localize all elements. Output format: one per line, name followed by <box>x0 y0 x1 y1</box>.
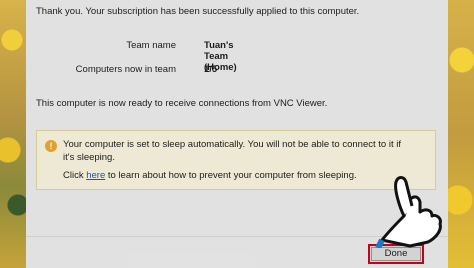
computers-label: Computers now in team <box>75 64 176 75</box>
pointing-hand-icon <box>375 176 442 248</box>
warning-icon: ! <box>45 140 57 152</box>
team-name-label: Team name <box>126 40 176 51</box>
computers-value: 1/5 <box>204 64 218 75</box>
warning-text: Your computer is set to sleep automatica… <box>63 139 401 163</box>
wallpaper-left <box>0 0 26 268</box>
warning-link-line: Click here to learn about how to prevent… <box>63 170 357 181</box>
link-prefix: Click <box>63 170 87 181</box>
intro-text: Thank you. Your subscription has been su… <box>36 6 360 17</box>
wallpaper-right <box>448 0 474 268</box>
ready-text: This computer is now ready to receive co… <box>36 98 328 109</box>
link-suffix: to learn about how to prevent your compu… <box>105 170 357 181</box>
done-button-label: Done <box>384 248 408 259</box>
here-link[interactable]: here <box>86 170 105 181</box>
